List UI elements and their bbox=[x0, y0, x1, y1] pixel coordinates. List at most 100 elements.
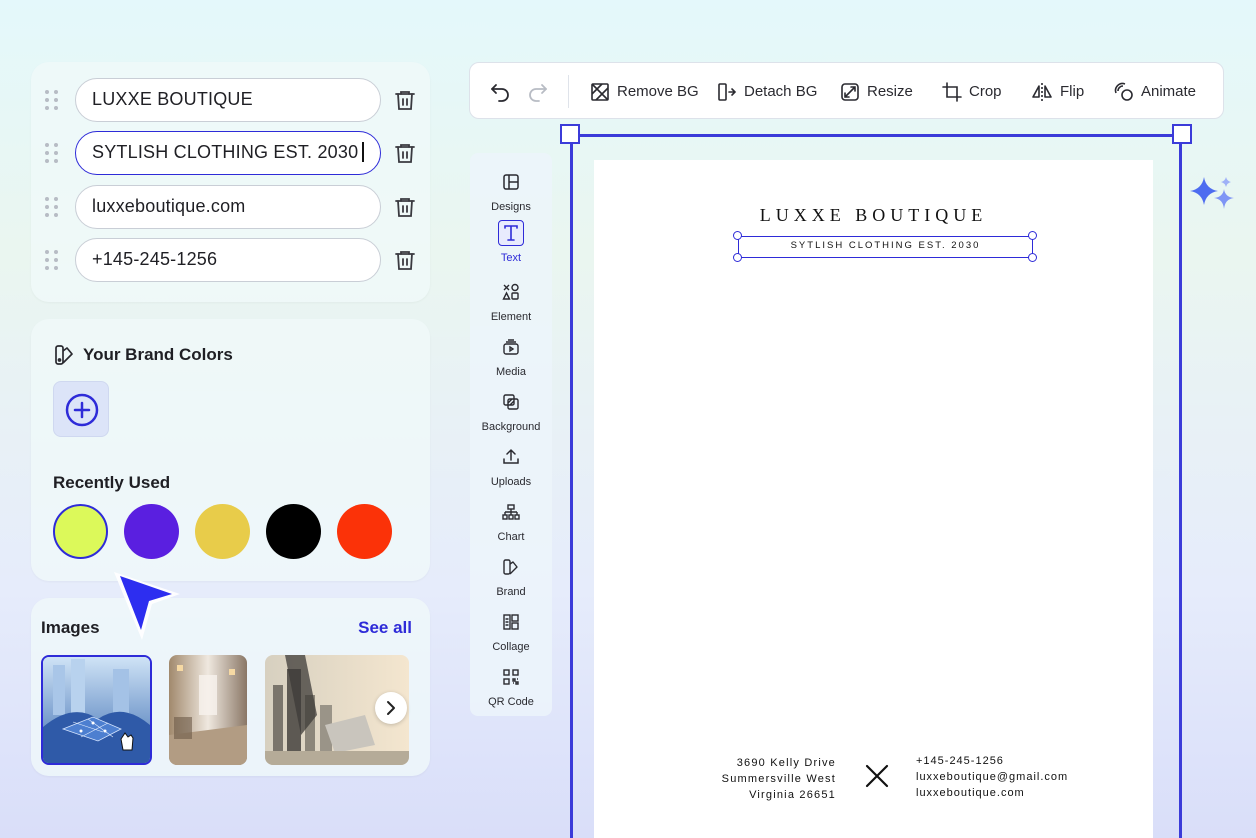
images-title: Images bbox=[41, 618, 100, 637]
selection-handle[interactable] bbox=[1028, 253, 1037, 262]
sidebar-item-collage[interactable]: Collage bbox=[470, 609, 552, 661]
sidebar-label: Text bbox=[500, 252, 522, 264]
brand-colors-panel: Your Brand Colors Recently Used bbox=[31, 319, 430, 581]
text-field-row: luxxeboutique.com bbox=[31, 185, 430, 229]
contact-line: luxxeboutique@gmail.com bbox=[916, 771, 1069, 783]
layout-icon bbox=[503, 174, 519, 190]
selection-handle[interactable] bbox=[733, 231, 742, 240]
brand-colors-title: Your Brand Colors bbox=[83, 345, 233, 364]
collage-icon bbox=[503, 614, 519, 630]
address-line: Summersville West bbox=[721, 773, 836, 785]
undo-icon bbox=[491, 83, 509, 102]
trash-icon[interactable] bbox=[393, 248, 417, 272]
document-page[interactable]: LUXXE BOUTIQUE SYTLISH CLOTHING EST. 203… bbox=[594, 160, 1153, 838]
selection-handle[interactable] bbox=[1028, 231, 1037, 240]
detach-bg-label: Detach BG bbox=[744, 83, 818, 100]
text-field-phone[interactable]: +145-245-1256 bbox=[75, 238, 381, 282]
add-color-button[interactable] bbox=[53, 381, 109, 437]
animate-button[interactable]: Animate bbox=[1114, 63, 1196, 120]
flip-icon bbox=[1032, 82, 1052, 101]
trash-icon[interactable] bbox=[393, 195, 417, 219]
drag-handle-icon[interactable] bbox=[45, 90, 59, 110]
next-images-button[interactable] bbox=[375, 692, 407, 724]
color-swatch[interactable] bbox=[53, 504, 108, 559]
text-field-website[interactable]: luxxeboutique.com bbox=[75, 185, 381, 229]
drag-handle-icon[interactable] bbox=[45, 143, 59, 163]
color-swatch[interactable] bbox=[195, 504, 250, 559]
sidebar-item-element[interactable]: Element bbox=[470, 279, 552, 331]
brand-palette-icon bbox=[55, 345, 73, 365]
sidebar-label: Designs bbox=[491, 201, 531, 213]
see-all-link[interactable]: See all bbox=[358, 618, 412, 638]
toolbar-divider bbox=[568, 75, 569, 108]
animate-label: Animate bbox=[1141, 83, 1197, 100]
drag-handle-icon[interactable] bbox=[45, 250, 59, 270]
recently-used-title: Recently Used bbox=[53, 473, 171, 492]
color-swatch[interactable] bbox=[337, 504, 392, 559]
shapes-icon bbox=[502, 283, 519, 300]
tagline-selection-box[interactable]: SYTLISH CLOTHING EST. 2030 bbox=[738, 236, 1033, 258]
top-toolbar: Remove BG Detach BG Resize Crop Flip Ani… bbox=[469, 62, 1224, 119]
cursor-arrow-icon bbox=[114, 572, 180, 640]
brand-icon bbox=[503, 559, 518, 575]
address-line: 3690 Kelly Drive bbox=[736, 757, 836, 769]
sidebar-item-background[interactable]: Background bbox=[470, 389, 552, 441]
resize-handle-top-right[interactable] bbox=[1172, 124, 1192, 144]
sidebar-label: QR Code bbox=[488, 696, 534, 708]
qr-icon bbox=[503, 669, 519, 685]
remove-background-icon bbox=[591, 82, 609, 101]
sparkle-icon bbox=[1190, 177, 1234, 209]
text-icon bbox=[504, 225, 518, 241]
redo-icon bbox=[529, 83, 547, 102]
selection-handle[interactable] bbox=[733, 253, 742, 262]
trash-icon[interactable] bbox=[393, 141, 417, 165]
crop-button[interactable]: Crop bbox=[942, 63, 1002, 120]
color-swatch[interactable] bbox=[124, 504, 179, 559]
resize-label: Resize bbox=[867, 83, 913, 100]
sidebar-item-designs[interactable]: Designs bbox=[470, 169, 552, 221]
drag-handle-icon[interactable] bbox=[45, 197, 59, 217]
sidebar-label: Uploads bbox=[490, 476, 532, 488]
sidebar-item-chart[interactable]: Chart bbox=[470, 499, 552, 551]
page-address[interactable]: 3690 Kelly Drive Summersville West Virgi… bbox=[674, 755, 836, 803]
detach-background-icon bbox=[718, 82, 737, 101]
contact-line: +145-245-1256 bbox=[916, 755, 1004, 767]
page-brand-name[interactable]: LUXXE BOUTIQUE bbox=[594, 205, 1153, 226]
text-field-tagline[interactable]: SYTLISH CLOTHING EST. 2030 bbox=[75, 131, 381, 175]
resize-button[interactable]: Resize bbox=[840, 63, 913, 120]
text-field-row: LUXXE BOUTIQUE bbox=[31, 78, 430, 122]
sidebar-item-media[interactable]: Media bbox=[470, 334, 552, 386]
flip-label: Flip bbox=[1060, 83, 1085, 100]
crop-icon bbox=[942, 81, 962, 102]
image-thumbnail-handshake[interactable] bbox=[41, 655, 152, 765]
text-field-brand[interactable]: LUXXE BOUTIQUE bbox=[75, 78, 381, 122]
sidebar-item-uploads[interactable]: Uploads bbox=[470, 444, 552, 496]
text-caret bbox=[362, 142, 364, 162]
image-thumbnail-office[interactable] bbox=[169, 655, 247, 765]
plus-circle-icon bbox=[65, 393, 99, 427]
detach-bg-button[interactable]: Detach BG bbox=[717, 63, 817, 120]
close-x-graphic[interactable] bbox=[862, 761, 892, 791]
remove-bg-button[interactable]: Remove BG bbox=[590, 63, 699, 120]
resize-handle-top-left[interactable] bbox=[560, 124, 580, 144]
sidebar-item-qr-code[interactable]: QR Code bbox=[470, 664, 552, 716]
address-line: Virginia 26651 bbox=[749, 789, 836, 801]
sidebar-label: Collage bbox=[492, 641, 530, 653]
crop-label: Crop bbox=[969, 83, 1002, 100]
page-contact[interactable]: +145-245-1256 luxxeboutique@gmail.com lu… bbox=[916, 753, 1068, 801]
animate-icon bbox=[1114, 82, 1133, 101]
upload-icon bbox=[503, 448, 519, 464]
text-field-row: +145-245-1256 bbox=[31, 238, 430, 282]
page-tagline[interactable]: SYTLISH CLOTHING EST. 2030 bbox=[739, 240, 1032, 251]
sidebar-item-brand[interactable]: Brand bbox=[470, 554, 552, 606]
chevron-right-icon bbox=[387, 701, 395, 715]
trash-icon[interactable] bbox=[393, 88, 417, 112]
text-fields-panel: LUXXE BOUTIQUE SYTLISH CLOTHING EST. 203… bbox=[31, 62, 430, 302]
undo-button[interactable] bbox=[488, 63, 512, 120]
flip-button[interactable]: Flip bbox=[1031, 63, 1084, 120]
redo-button[interactable] bbox=[526, 63, 550, 120]
resize-icon bbox=[841, 82, 859, 101]
color-swatch[interactable] bbox=[266, 504, 321, 559]
remove-bg-label: Remove BG bbox=[617, 83, 699, 100]
sidebar-item-text[interactable]: Text bbox=[470, 220, 552, 272]
